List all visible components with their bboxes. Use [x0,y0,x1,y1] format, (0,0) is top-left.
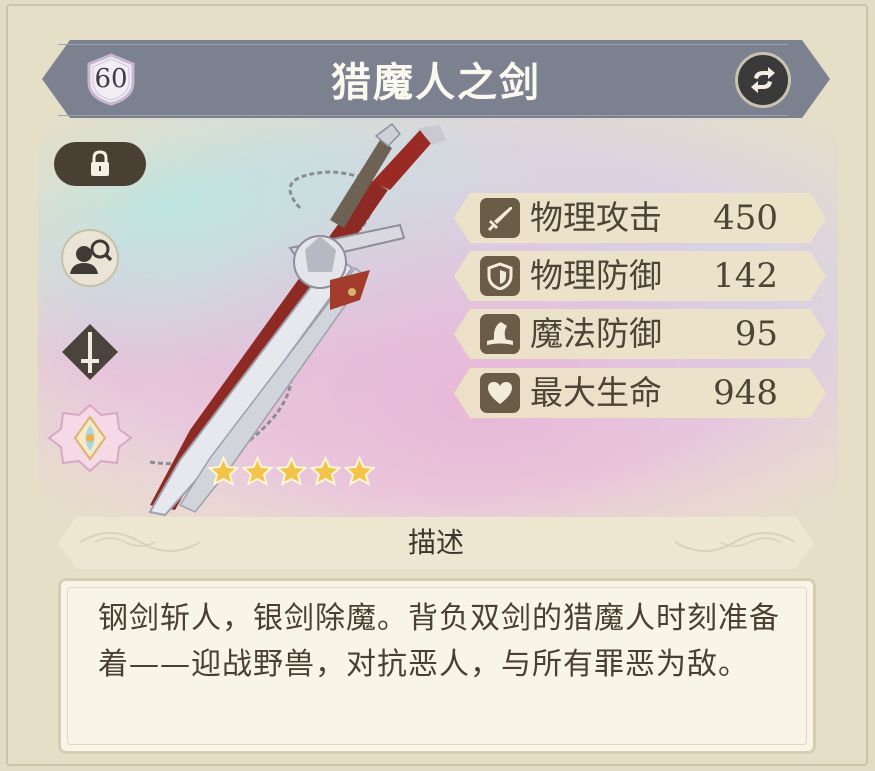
wizard-hat-icon [480,314,520,354]
stat-value: 95 [734,314,778,354]
stat-row-physical-attack: 物理攻击 450 [454,193,826,243]
lotus-emblem-icon [47,403,133,473]
stat-row-physical-defense: 物理防御 142 [454,251,826,301]
character-search-icon [61,229,119,287]
stat-value: 450 [713,198,778,238]
weapon-type-badge [58,320,122,384]
sword-type-icon [62,324,118,380]
preview-character-button[interactable] [58,226,122,290]
stat-value: 948 [713,373,778,413]
level-value: 60 [94,64,128,94]
lock-icon [91,150,109,176]
description-text: 钢剑斩人，银剑除魔。背负双剑的猎魔人时刻准备着——迎战野兽，对抗恶人，与所有罪恶… [98,601,780,682]
shield-icon [480,256,520,296]
stat-label: 魔法防御 [530,314,662,353]
level-badge: 60 [84,52,138,106]
stat-label: 物理攻击 [530,198,662,237]
description-title: 描述 [407,526,464,559]
stat-label: 最大生命 [530,373,662,412]
stat-value: 142 [713,256,778,296]
star-icon [208,456,239,486]
star-icon [276,456,307,486]
heart-icon [480,373,520,413]
star-icon [344,456,375,486]
star-icon [242,456,273,486]
element-badge [46,403,134,473]
star-icon [310,456,341,486]
sword-icon [480,198,520,238]
swap-icon [751,67,775,93]
stat-label: 物理防御 [530,256,662,295]
star-rating [208,456,375,486]
item-title: 猎魔人之剑 [331,59,541,106]
stat-row-max-hp: 最大生命 948 [454,368,826,418]
stat-row-magic-defense: 魔法防御 95 [454,309,826,359]
lock-button[interactable] [54,142,146,186]
swap-button[interactable] [735,52,791,108]
